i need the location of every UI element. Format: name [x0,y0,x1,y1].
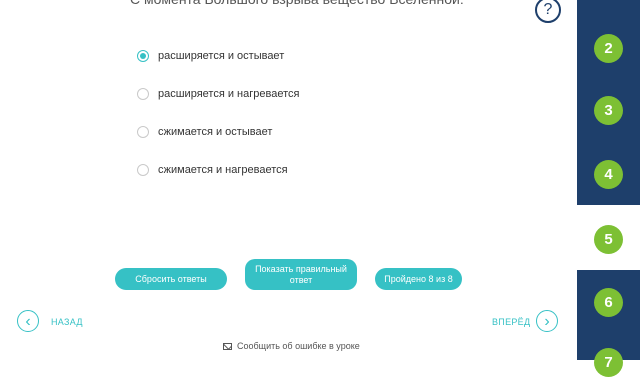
back-link[interactable]: НАЗАД [51,317,83,327]
answer-option[interactable]: расширяется и нагревается [137,75,299,113]
answer-label: сжимается и нагревается [158,164,288,176]
report-error-label: Сообщить об ошибке в уроке [237,341,360,351]
help-button[interactable]: ? [535,0,561,23]
reset-answers-button[interactable]: Сбросить ответы [115,268,227,290]
radio-icon[interactable] [137,126,149,138]
answer-label: сжимается и остывает [158,126,273,138]
chevron-left-icon[interactable]: ‹ [17,310,39,332]
step-4[interactable]: 4 [594,160,623,189]
answer-options: расширяется и остывает расширяется и наг… [137,37,299,189]
question-text: С момента Большого взрыва вещество Вселе… [130,0,550,10]
step-6[interactable]: 6 [594,288,623,317]
answer-option[interactable]: сжимается и остывает [137,113,299,151]
radio-selected-icon[interactable] [137,50,149,62]
answer-label: расширяется и нагревается [158,88,300,100]
radio-icon[interactable] [137,88,149,100]
step-2[interactable]: 2 [594,34,623,63]
show-answer-button[interactable]: Показать правильный ответ [245,259,357,290]
answer-label: расширяется и остывает [158,50,285,62]
step-5-current[interactable]: 5 [594,225,623,254]
progress-button[interactable]: Пройдено 8 из 8 [375,268,462,290]
step-3[interactable]: 3 [594,96,623,125]
report-error-link[interactable]: Сообщить об ошибке в уроке [223,341,360,351]
answer-option[interactable]: сжимается и нагревается [137,151,299,189]
envelope-icon [223,342,232,350]
next-link[interactable]: ВПЕРЁД [492,317,530,327]
chevron-right-icon[interactable]: › [536,310,558,332]
step-sidebar: 2 3 4 5 6 7 [577,0,640,377]
step-7[interactable]: 7 [594,348,623,377]
answer-option[interactable]: расширяется и остывает [137,37,299,75]
radio-icon[interactable] [137,164,149,176]
